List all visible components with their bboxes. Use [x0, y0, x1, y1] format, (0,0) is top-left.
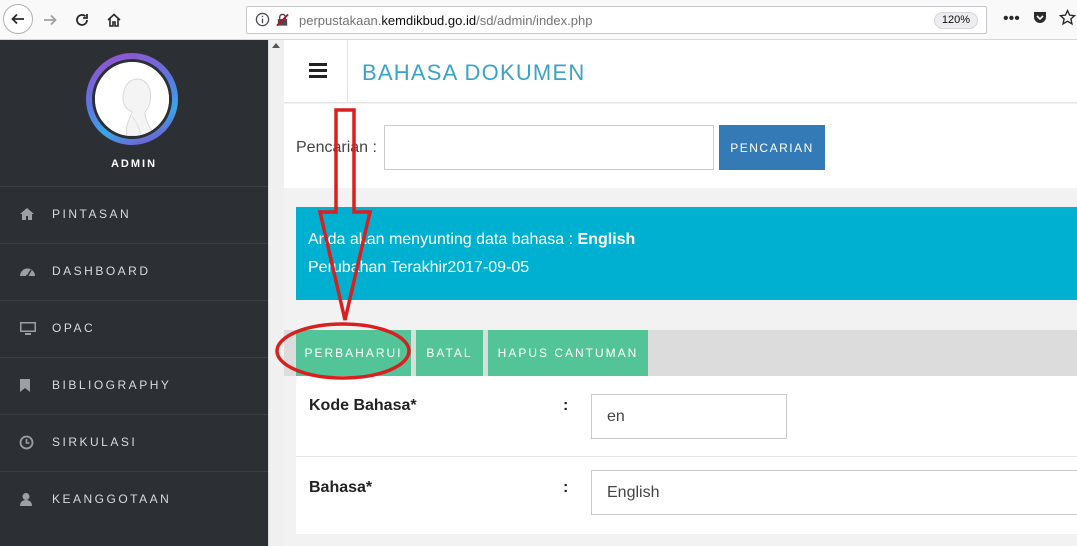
user-icon: [19, 492, 35, 508]
address-bar[interactable]: perpustakaan.kemdikbud.go.id/sd/admin/in…: [246, 6, 987, 34]
arrow-left-icon: [11, 13, 24, 25]
form-row-language-name: Bahasa* : English: [296, 458, 1077, 534]
sidebar-item-opac[interactable]: OPAC: [0, 300, 268, 357]
user-role-label: ADMIN: [110, 158, 158, 170]
action-bar: PERBAHARUI BATAL HAPUS CANTUMAN: [284, 330, 1077, 376]
header-divider: [347, 40, 348, 103]
scrollbar[interactable]: [268, 40, 284, 546]
insecure-lock-icon[interactable]: [275, 12, 290, 33]
search-panel: Pencarian : PENCARIAN: [284, 104, 1077, 188]
language-name-colon: :: [563, 479, 569, 496]
sidebar-item-label: SIRKULASI: [52, 435, 138, 449]
delete-record-button[interactable]: HAPUS CANTUMAN: [488, 330, 648, 376]
sidebar-menu: PINTASAN DASHBOARD OPAC BIBLIOGRAPHY SIR…: [0, 186, 268, 528]
edit-info-prefix: Anda akan menyunting data bahasa :: [308, 231, 578, 248]
home-icon: [107, 13, 121, 27]
language-name-label: Bahasa*: [309, 479, 373, 496]
form-row-language-code: Kode Bahasa* : en: [296, 376, 1077, 457]
home-icon: [19, 207, 35, 223]
search-input[interactable]: [384, 125, 714, 170]
reload-button[interactable]: [68, 6, 96, 34]
language-code-input[interactable]: en: [591, 394, 787, 439]
sidebar-item-sirkulasi[interactable]: SIRKULASI: [0, 414, 268, 471]
back-button[interactable]: [3, 4, 33, 34]
language-name-input[interactable]: English: [591, 470, 1077, 515]
avatar[interactable]: [86, 53, 178, 145]
arrow-right-icon: [44, 14, 57, 26]
sidebar-item-label: BIBLIOGRAPHY: [52, 378, 172, 392]
browser-toolbar: perpustakaan.kemdikbud.go.id/sd/admin/in…: [0, 0, 1077, 40]
forward-button[interactable]: [36, 6, 64, 34]
bookmark-icon: [19, 378, 35, 394]
sidebar-item-pintasan[interactable]: PINTASAN: [0, 186, 268, 243]
main-content: BAHASA DOKUMEN Pencarian : PENCARIAN And…: [284, 40, 1077, 546]
edit-info-value: English: [577, 231, 636, 248]
search-label: Pencarian :: [296, 139, 377, 156]
page-title: BAHASA DOKUMEN: [362, 60, 586, 85]
language-code-label: Kode Bahasa*: [309, 397, 417, 414]
sidebar-item-label: OPAC: [52, 321, 96, 335]
sidebar-item-keanggotaan[interactable]: KEANGGOTAAN: [0, 471, 268, 528]
zoom-indicator[interactable]: 120%: [933, 12, 978, 29]
sidebar-item-label: DASHBOARD: [52, 264, 151, 278]
page-actions-icon[interactable]: •••: [1003, 10, 1020, 28]
sidebar-item-bibliography[interactable]: BIBLIOGRAPHY: [0, 357, 268, 414]
search-button[interactable]: PENCARIAN: [719, 125, 825, 170]
edit-info-text: Anda akan menyunting data bahasa : Engli…: [308, 231, 635, 249]
sidebar-item-label: KEANGGOTAAN: [52, 492, 172, 506]
user-silhouette-icon: [95, 62, 169, 136]
info-icon[interactable]: [255, 12, 270, 32]
profile-panel: ADMIN: [0, 40, 268, 186]
language-code-colon: :: [563, 397, 569, 414]
avatar-image: [92, 59, 172, 139]
clock-icon: [19, 435, 35, 451]
sidebar-item-dashboard[interactable]: DASHBOARD: [0, 243, 268, 300]
url-prefix: perpustakaan.: [299, 13, 382, 28]
update-button[interactable]: PERBAHARUI: [296, 330, 411, 376]
url-path: /sd/admin/index.php: [476, 13, 593, 28]
last-modified-text: Perubahan Terakhir2017-09-05: [308, 259, 530, 276]
page-header: BAHASA DOKUMEN: [284, 40, 1077, 103]
url-text: perpustakaan.kemdikbud.go.id/sd/admin/in…: [299, 13, 592, 28]
sidebar-item-label: PINTASAN: [52, 207, 132, 221]
edit-form: Kode Bahasa* : en Bahasa* : English: [296, 376, 1077, 534]
home-button[interactable]: [100, 6, 128, 34]
cancel-button[interactable]: BATAL: [416, 330, 483, 376]
reload-icon: [76, 14, 88, 26]
sidebar: ADMIN PINTASAN DASHBOARD OPAC BIBLIOGRAP…: [0, 40, 268, 546]
scroll-up-arrow-icon[interactable]: [272, 43, 280, 48]
url-domain: kemdikbud.go.id: [381, 13, 477, 28]
hamburger-menu-icon[interactable]: [309, 63, 327, 79]
edit-info-box: Anda akan menyunting data bahasa : Engli…: [296, 207, 1077, 300]
pocket-icon[interactable]: [1032, 9, 1048, 30]
monitor-icon: [19, 321, 36, 337]
bookmark-star-icon[interactable]: [1058, 8, 1077, 31]
dashboard-icon: [19, 264, 35, 280]
